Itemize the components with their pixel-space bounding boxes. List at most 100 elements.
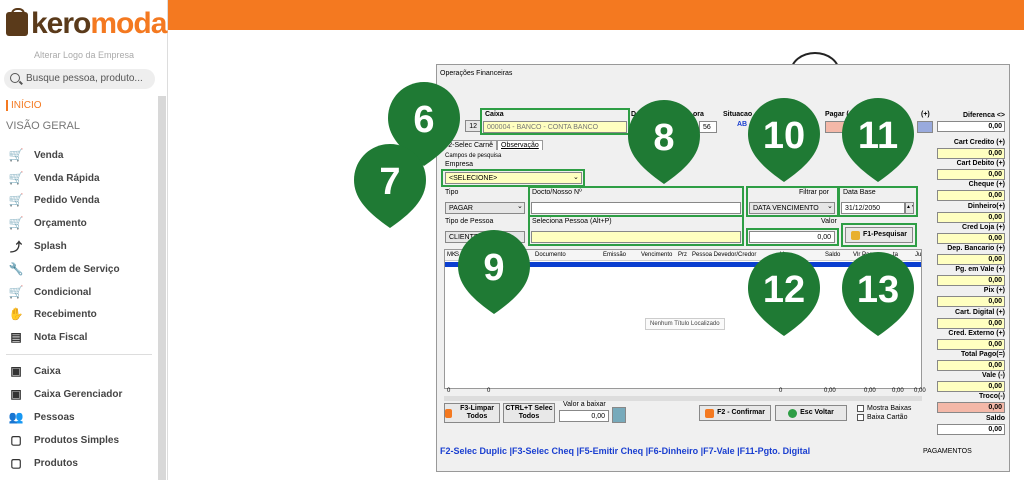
- limpar-todos-button[interactable]: F3-Limpar Todos: [444, 403, 500, 423]
- svg-text:7: 7: [379, 161, 400, 203]
- payment-label: Cart. Digital (+): [955, 308, 1005, 316]
- payment-field[interactable]: 0,00: [937, 232, 1005, 244]
- cart-fast-icon: 🛒: [8, 171, 24, 185]
- grid-column-header[interactable]: Documento: [535, 252, 566, 258]
- grid-column-header[interactable]: Prz: [678, 252, 687, 258]
- share-icon: ⤴: [9, 239, 22, 254]
- grid-footer-value: 0,00: [864, 388, 876, 394]
- payment-field[interactable]: 0,00: [937, 338, 1005, 350]
- calculator-icon[interactable]: [612, 407, 626, 423]
- highlight-empresa: [441, 169, 585, 187]
- sidebar-item-7[interactable]: ✋ Recebimento: [8, 305, 97, 323]
- search-icon: [10, 73, 20, 83]
- sidebar-item-label: Pessoas: [34, 411, 75, 423]
- grid-column-header[interactable]: Saldo: [825, 252, 840, 258]
- sidebar-item-10[interactable]: ▣ Caixa Gerenciador: [8, 385, 122, 403]
- payment-field[interactable]: 0,00: [937, 148, 1005, 159]
- payment-field[interactable]: 0,00: [937, 275, 1005, 287]
- sidebar-item-0[interactable]: 🛒 Venda: [8, 146, 64, 164]
- sidebar-item-4[interactable]: ⤴ Splash: [8, 237, 67, 255]
- checkbox-box[interactable]: [857, 414, 864, 421]
- sidebar-item-label: Ordem de Serviço: [34, 263, 120, 275]
- cash-register-icon: ▣: [10, 364, 22, 378]
- grid-column-header[interactable]: Emissão: [603, 252, 626, 258]
- grid-column-header[interactable]: Vencimento: [641, 252, 672, 258]
- confirm-icon: [705, 408, 715, 418]
- svg-text:13: 13: [857, 269, 899, 311]
- payment-label: Cred Loja (+): [962, 223, 1005, 231]
- payment-label: Cart Credito (+): [953, 139, 1005, 146]
- payment-label: Cart Debito (+): [956, 160, 1005, 168]
- mostra-baixas-checkbox[interactable]: Mostra Baixas: [857, 405, 911, 412]
- payment-field[interactable]: 0,00: [937, 381, 1005, 393]
- chevron-down-icon[interactable]: ⌄: [517, 202, 523, 210]
- sidebar-item-2[interactable]: 🛒 Pedido Venda: [8, 191, 100, 209]
- payment-label: Total Pago(=): [960, 351, 1005, 358]
- sidebar: keromoda Alterar Logo da Empresa Busque …: [0, 0, 168, 480]
- tipo-pessoa-label: Tipo de Pessoa: [445, 218, 494, 225]
- mostra-baixas-label: Mostra Baixas: [867, 405, 912, 412]
- grid-scrollbar[interactable]: [444, 396, 922, 401]
- sidebar-item-9[interactable]: ▣ Caixa: [8, 362, 61, 380]
- sidebar-item-12[interactable]: ▢ Produtos Simples: [8, 431, 119, 449]
- sidebar-item-6[interactable]: 🛒 Condicional: [8, 283, 92, 301]
- sidebar-item-13[interactable]: ▢ Produtos: [8, 454, 78, 472]
- svg-text:11: 11: [858, 115, 898, 157]
- payment-field[interactable]: 0,00: [937, 190, 1005, 202]
- search-input[interactable]: Busque pessoa, produto...: [4, 69, 155, 89]
- sidebar-item-label: Caixa Gerenciador: [34, 388, 123, 400]
- sidebar-item-8[interactable]: ▤ Nota Fiscal: [8, 328, 87, 346]
- nav-visao-geral[interactable]: VISÃO GERAL: [6, 120, 80, 132]
- selec-todos-button[interactable]: CTRL+T Selec Todos: [503, 403, 555, 423]
- pagamentos-label: PAGAMENTOS: [923, 448, 972, 455]
- sidebar-item-3[interactable]: 🛒 Orçamento: [8, 214, 87, 232]
- sidebar-item-label: Condicional: [34, 286, 92, 298]
- payment-field[interactable]: 0,00: [937, 211, 1005, 223]
- annotation-badge-11: 11: [840, 96, 916, 184]
- payment-field[interactable]: 0,00: [937, 254, 1005, 265]
- sidebar-scrollbar[interactable]: [158, 96, 166, 480]
- grid-footer-value: 0: [779, 388, 783, 394]
- sidebar-item-1[interactable]: 🛒 Venda Rápida: [8, 169, 100, 187]
- valor-label: Valor: [821, 218, 837, 225]
- pagar-total-field: [917, 121, 933, 133]
- sidebar-item-label: Splash: [34, 240, 67, 252]
- sidebar-item-label: Venda Rápida: [34, 172, 100, 184]
- tab-observacao[interactable]: Observação: [497, 140, 543, 150]
- baixa-cartao-checkbox[interactable]: Baixa Cartão: [857, 414, 907, 421]
- confirmar-button[interactable]: F2 - Confirmar: [699, 405, 771, 421]
- nfe-icon: ▤: [10, 330, 22, 344]
- tipo-select[interactable]: PAGAR: [445, 202, 525, 214]
- checkbox-box[interactable]: [857, 405, 864, 412]
- pagar-plus-label: (+): [921, 111, 930, 118]
- payment-field[interactable]: 0,00: [937, 169, 1005, 181]
- sidebar-item-11[interactable]: 👥 Pessoas: [8, 408, 75, 426]
- cart-order-icon: 🛒: [8, 193, 24, 207]
- nav-inicio[interactable]: INÍCIO: [6, 100, 42, 111]
- cart-icon: 🛒: [8, 148, 24, 162]
- payment-field[interactable]: 0,00: [937, 360, 1005, 371]
- alter-logo-link[interactable]: Alterar Logo da Empresa: [0, 50, 168, 60]
- grid-footer-value: 0,00: [892, 388, 904, 394]
- svg-text:6: 6: [413, 99, 434, 141]
- boxes-icon: ▢: [10, 456, 22, 470]
- payment-field[interactable]: 0,00: [937, 423, 1005, 435]
- wrench-icon: 🔧: [8, 262, 24, 276]
- sidebar-item-5[interactable]: 🔧 Ordem de Serviço: [8, 260, 120, 278]
- valor-baixar-input[interactable]: 0,00: [559, 410, 609, 422]
- payment-field[interactable]: 0,00: [937, 296, 1005, 308]
- highlight-pessoa: [528, 215, 744, 246]
- svg-text:9: 9: [483, 247, 504, 289]
- sidebar-item-label: Caixa: [34, 365, 61, 377]
- brand-name-right: moda: [90, 7, 167, 40]
- people-icon: 👥: [8, 410, 24, 424]
- sidebar-item-label: Produtos: [34, 457, 78, 469]
- voltar-button[interactable]: Esc Voltar: [775, 405, 847, 421]
- payment-field[interactable]: 0,00: [937, 317, 1005, 329]
- sidebar-item-label: Orçamento: [34, 217, 87, 229]
- payment-label: Cheque (+): [968, 181, 1005, 189]
- brand-logo[interactable]: keromoda: [6, 7, 167, 40]
- payment-field[interactable]: 0,00: [937, 402, 1005, 414]
- brand-name-left: kero: [31, 7, 91, 40]
- grid-footer-value: 0,00: [824, 388, 836, 394]
